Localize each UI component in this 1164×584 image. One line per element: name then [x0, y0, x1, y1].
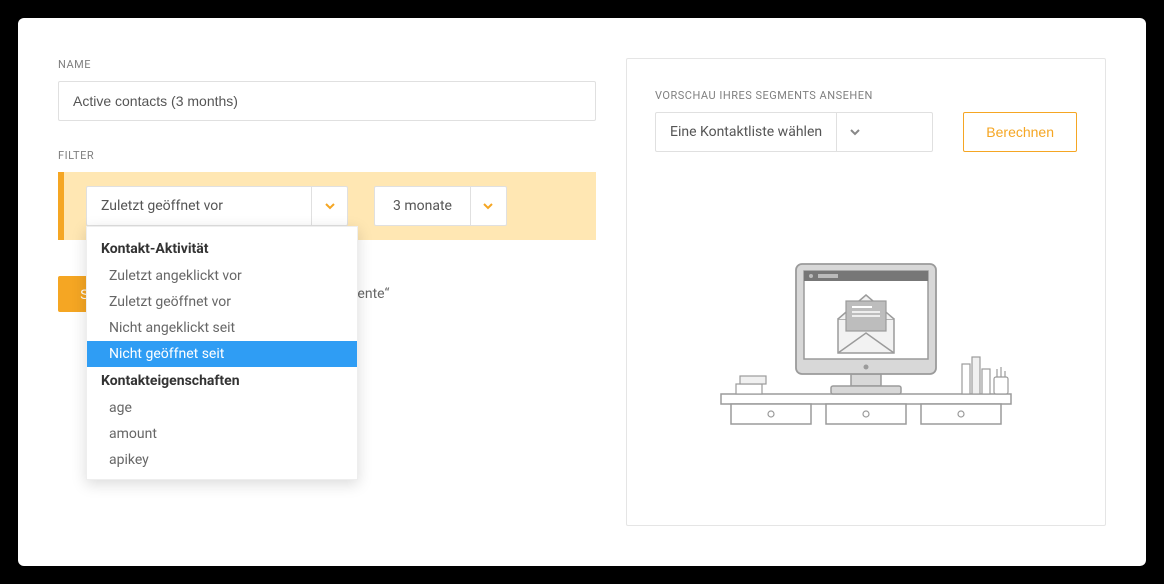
filter-row: Zuletzt geöffnet vor 3 monate Kontakt [58, 172, 596, 240]
filter-condition-dropdown: Kontakt-Aktivität Zuletzt angeklickt vor… [86, 226, 358, 480]
dropdown-item[interactable]: Zuletzt geöffnet vor [87, 289, 357, 315]
name-label: NAME [58, 58, 596, 71]
filter-period-select[interactable]: 3 monate [374, 186, 507, 226]
contact-list-select[interactable]: Eine Kontaktliste wählen [655, 112, 933, 152]
segment-form: NAME FILTER Zuletzt geöffnet vor 3 monat… [58, 58, 596, 526]
desk-monitor-icon [716, 249, 1016, 439]
segment-name-input[interactable] [58, 81, 596, 121]
preview-illustration [655, 182, 1077, 505]
dropdown-item[interactable]: age [87, 395, 357, 421]
dropdown-item[interactable]: apikey [87, 447, 357, 473]
filter-period-value: 3 monate [375, 187, 470, 225]
dropdown-item[interactable]: Zuletzt angeklickt vor [87, 263, 357, 289]
filter-label: FILTER [58, 149, 596, 162]
calculate-button[interactable]: Berechnen [963, 112, 1077, 152]
filter-condition-value: Zuletzt geöffnet vor [87, 187, 311, 225]
preview-label: VORSCHAU IHRES SEGMENTS ANSEHEN [655, 89, 1077, 102]
chevron-down-icon [836, 113, 872, 151]
preview-panel: VORSCHAU IHRES SEGMENTS ANSEHEN Eine Kon… [626, 58, 1106, 526]
chevron-down-icon [311, 187, 347, 225]
dropdown-item-selected[interactable]: Nicht geöffnet seit [87, 341, 357, 367]
dropdown-group-activity: Kontakt-Aktivität [87, 235, 357, 263]
contact-list-placeholder: Eine Kontaktliste wählen [656, 113, 836, 151]
dropdown-item[interactable]: Nicht angeklickt seit [87, 315, 357, 341]
filter-condition-select[interactable]: Zuletzt geöffnet vor [86, 186, 348, 226]
chevron-down-icon [470, 187, 506, 225]
dropdown-item[interactable]: amount [87, 421, 357, 447]
dropdown-group-properties: Kontakteigenschaften [87, 367, 357, 395]
